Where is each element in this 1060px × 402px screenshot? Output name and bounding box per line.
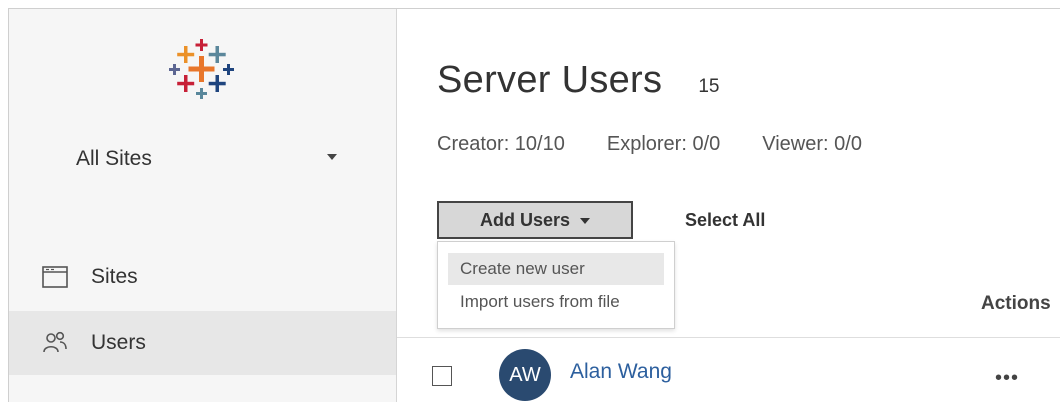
users-icon (41, 329, 69, 357)
add-users-button[interactable]: Add Users (437, 201, 633, 239)
browser-window-icon (41, 263, 69, 291)
site-selector[interactable]: All Sites (65, 139, 337, 179)
creator-license-count: Creator: 10/10 (437, 133, 565, 155)
site-selector-label: All Sites (76, 147, 152, 170)
main-content: Server Users 15 Creator: 10/10 Explorer:… (397, 9, 1060, 402)
explorer-license-count: Explorer: 0/0 (606, 133, 721, 155)
license-summary: Creator: 10/10 Explorer: 0/0 Viewer: 0/0 (437, 133, 904, 156)
select-all-button[interactable]: Select All (685, 210, 765, 231)
user-name-link[interactable]: Alan Wang (570, 360, 672, 384)
user-count: 15 (698, 76, 720, 97)
more-actions-button[interactable]: ••• (995, 367, 1019, 390)
actions-column-header: Actions (981, 293, 1051, 314)
menu-item-import-users[interactable]: Import users from file (448, 286, 664, 318)
tableau-logo-icon (165, 37, 237, 101)
sidebar-item-label: Sites (91, 265, 138, 288)
app-window: All Sites Sites Users Server Users 15 Cr… (8, 8, 1060, 402)
caret-down-icon (327, 154, 337, 160)
page-title: Server Users (437, 59, 663, 101)
row-checkbox[interactable] (432, 366, 452, 386)
add-users-menu: Create new user Import users from file (437, 241, 675, 329)
sidebar: All Sites Sites Users (9, 9, 397, 402)
avatar: AW (499, 349, 551, 401)
sidebar-item-sites[interactable]: Sites (9, 245, 396, 309)
row-divider (397, 337, 1060, 338)
caret-down-icon (580, 218, 591, 224)
sidebar-item-label: Users (91, 331, 146, 354)
add-users-label: Add Users (479, 209, 571, 230)
menu-item-create-new-user[interactable]: Create new user (448, 253, 664, 285)
sidebar-item-users[interactable]: Users (9, 311, 396, 375)
title-row: Server Users 15 (437, 59, 719, 102)
viewer-license-count: Viewer: 0/0 (762, 133, 862, 155)
